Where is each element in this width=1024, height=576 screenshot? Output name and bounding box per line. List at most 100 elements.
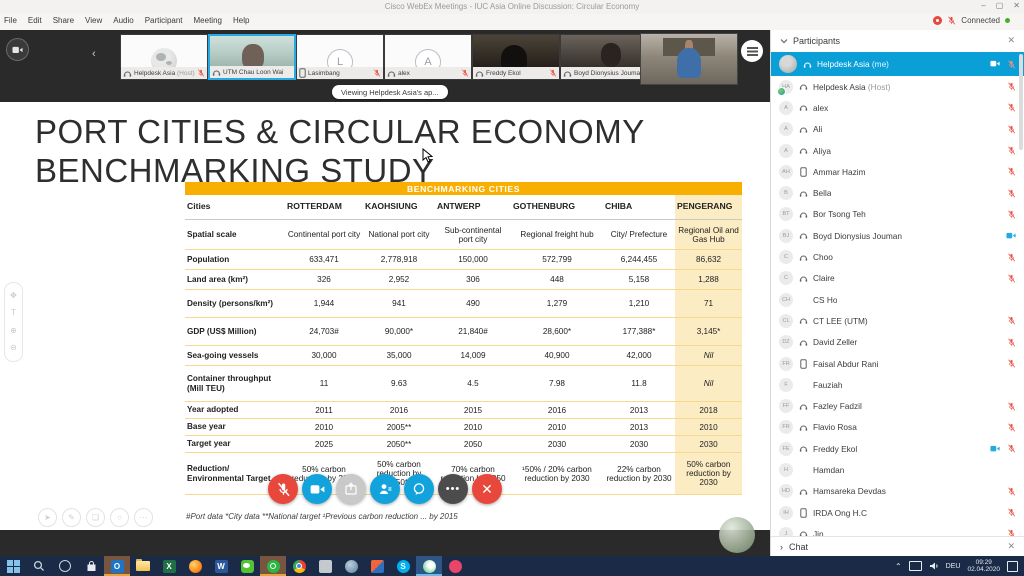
participant-row[interactable]: IHIRDA Ong H.C (771, 502, 1024, 523)
participant-row[interactable]: AHAmmar Hazim (771, 161, 1024, 182)
menu-share[interactable]: Share (53, 16, 74, 25)
more-tools-icon[interactable]: ⋯ (134, 508, 153, 527)
video-thumbnail[interactable]: Freddy Ekol (472, 34, 560, 80)
participant-row[interactable]: Aalex (771, 97, 1024, 118)
share-screen-button[interactable] (336, 474, 366, 504)
taskbar-wechat[interactable] (234, 556, 260, 576)
menu-file[interactable]: File (4, 16, 17, 25)
participant-row[interactable]: AAliya (771, 140, 1024, 161)
video-thumbnail[interactable]: UTM Chau Loon Wai (208, 34, 296, 80)
taskbar-media[interactable] (442, 556, 468, 576)
zoom-in-icon[interactable]: ⊕ (10, 327, 17, 335)
language-indicator[interactable]: DEU (946, 563, 961, 570)
taskbar-start[interactable] (0, 556, 26, 576)
action-center-icon[interactable] (1007, 561, 1018, 572)
chat-button[interactable] (404, 474, 434, 504)
close-chat-icon[interactable]: ✕ (1007, 541, 1015, 552)
scrollbar-thumb[interactable] (1019, 54, 1023, 150)
thumbnails-scroll-left-icon[interactable]: ‹ (92, 48, 96, 60)
taskbar-whatsapp[interactable] (260, 556, 286, 576)
participant-row[interactable]: HAHelpdesk Asia (Host) (771, 76, 1024, 97)
video-thumbnail[interactable]: Aalex (384, 34, 472, 80)
magnifier-tool-icon[interactable]: ○ (110, 508, 129, 527)
menu-participant[interactable]: Participant (145, 16, 183, 25)
search-icon (33, 560, 45, 572)
participant-row[interactable]: CHCS Ho (771, 289, 1024, 310)
participant-row[interactable]: CChoo (771, 246, 1024, 267)
video-thumbnail[interactable]: Helpdesk Asia (Host) (120, 34, 208, 80)
participant-row[interactable]: BBella (771, 182, 1024, 203)
taskbar-paint[interactable] (364, 556, 390, 576)
participant-row[interactable]: Helpdesk Asia (me) (771, 52, 1024, 76)
text-tool-icon[interactable]: T (11, 309, 16, 317)
participant-row[interactable]: DZDavid Zeller (771, 332, 1024, 353)
table-cell: 7.98 (511, 366, 603, 402)
taskbar-word[interactable]: W (208, 556, 234, 576)
video-thumbnail[interactable]: LLasimbang (296, 34, 384, 80)
annotation-tools-vertical[interactable]: ✥ T ⊕ ⊖ (4, 282, 23, 362)
maximize-icon[interactable]: ▢ (996, 1, 1004, 10)
participant-row[interactable]: FFauziah (771, 374, 1024, 395)
close-panel-icon[interactable]: ✕ (1007, 35, 1015, 46)
taskbar-search[interactable] (26, 556, 52, 576)
participant-row[interactable]: HDHamsareka Devdas (771, 481, 1024, 502)
menu-help[interactable]: Help (233, 16, 249, 25)
participant-row[interactable]: BJBoyd Dionysius Jouman (771, 225, 1024, 246)
taskbar-webex[interactable] (416, 556, 442, 576)
network-icon[interactable] (909, 561, 922, 571)
camera-button[interactable] (302, 474, 332, 504)
pages-tool-icon[interactable]: ❏ (86, 508, 105, 527)
participant-row[interactable]: FEFreddy Ekol (771, 438, 1024, 459)
menu-view[interactable]: View (85, 16, 102, 25)
menu-meeting[interactable]: Meeting (194, 16, 222, 25)
taskbar-photos[interactable] (312, 556, 338, 576)
tray-chevron-icon[interactable]: ⌃ (895, 562, 902, 571)
more-options-button[interactable]: ••• (438, 474, 468, 504)
taskbar-chrome[interactable] (286, 556, 312, 576)
column-header: KAOHSIUNG (363, 195, 435, 220)
taskbar-earth[interactable] (338, 556, 364, 576)
arrow-tool-icon[interactable]: ➤ (38, 508, 57, 527)
participant-row[interactable]: BTBor Tsong Teh (771, 204, 1024, 225)
camera-toggle-button[interactable] (6, 38, 29, 61)
video-thumbnail[interactable]: Boyd Dionysius Jouman (560, 34, 648, 80)
chat-panel-collapsed[interactable]: › Chat ✕ (771, 536, 1024, 556)
taskbar-skype[interactable]: S (390, 556, 416, 576)
participants-header[interactable]: Participants ✕ (771, 30, 1024, 51)
taskbar-outlook[interactable]: O (104, 556, 130, 576)
participant-row[interactable]: FFFazley Fadzil (771, 395, 1024, 416)
participant-row[interactable]: CLCT LEE (UTM) (771, 310, 1024, 331)
avatar: C (779, 271, 793, 285)
participant-name: alex (813, 103, 828, 113)
grid-view-icon (747, 47, 758, 56)
leave-meeting-button[interactable]: ✕ (472, 474, 502, 504)
participant-row[interactable]: HHamdan (771, 459, 1024, 480)
participant-row[interactable]: JJin (771, 523, 1024, 537)
participant-row[interactable]: FRFaisal Abdur Rani (771, 353, 1024, 374)
mute-microphone-button[interactable] (268, 474, 298, 504)
pen-tool-icon[interactable]: ✎ (62, 508, 81, 527)
taskbar-firefox[interactable] (182, 556, 208, 576)
participant-row[interactable]: AAli (771, 119, 1024, 140)
taskbar-store[interactable] (78, 556, 104, 576)
taskbar-explorer[interactable] (130, 556, 156, 576)
close-icon[interactable]: ✕ (1013, 1, 1020, 10)
menu-edit[interactable]: Edit (28, 16, 42, 25)
pointer-tool-icon[interactable]: ✥ (10, 292, 17, 300)
clock[interactable]: 09:29 02.04.2020 (967, 559, 1000, 573)
speaker-icon[interactable] (929, 561, 939, 571)
windows-taskbar: O X W S ⌃ DEU 09:29 02.04.2020 (0, 556, 1024, 576)
participants-button[interactable] (370, 474, 400, 504)
grid-view-button[interactable] (741, 40, 763, 62)
thumbnail-label: Helpdesk Asia (Host) (121, 67, 207, 79)
zoom-out-icon[interactable]: ⊖ (10, 344, 17, 352)
menu-audio[interactable]: Audio (113, 16, 133, 25)
active-speaker-video[interactable] (640, 33, 738, 85)
taskbar-cortana[interactable] (52, 556, 78, 576)
table-cell: 177,388* (603, 318, 675, 346)
minimize-icon[interactable]: – (981, 1, 985, 10)
participant-row[interactable]: FRFlavio Rosa (771, 417, 1024, 438)
record-indicator-icon[interactable] (933, 16, 942, 25)
participant-row[interactable]: CClaire (771, 268, 1024, 289)
taskbar-excel[interactable]: X (156, 556, 182, 576)
